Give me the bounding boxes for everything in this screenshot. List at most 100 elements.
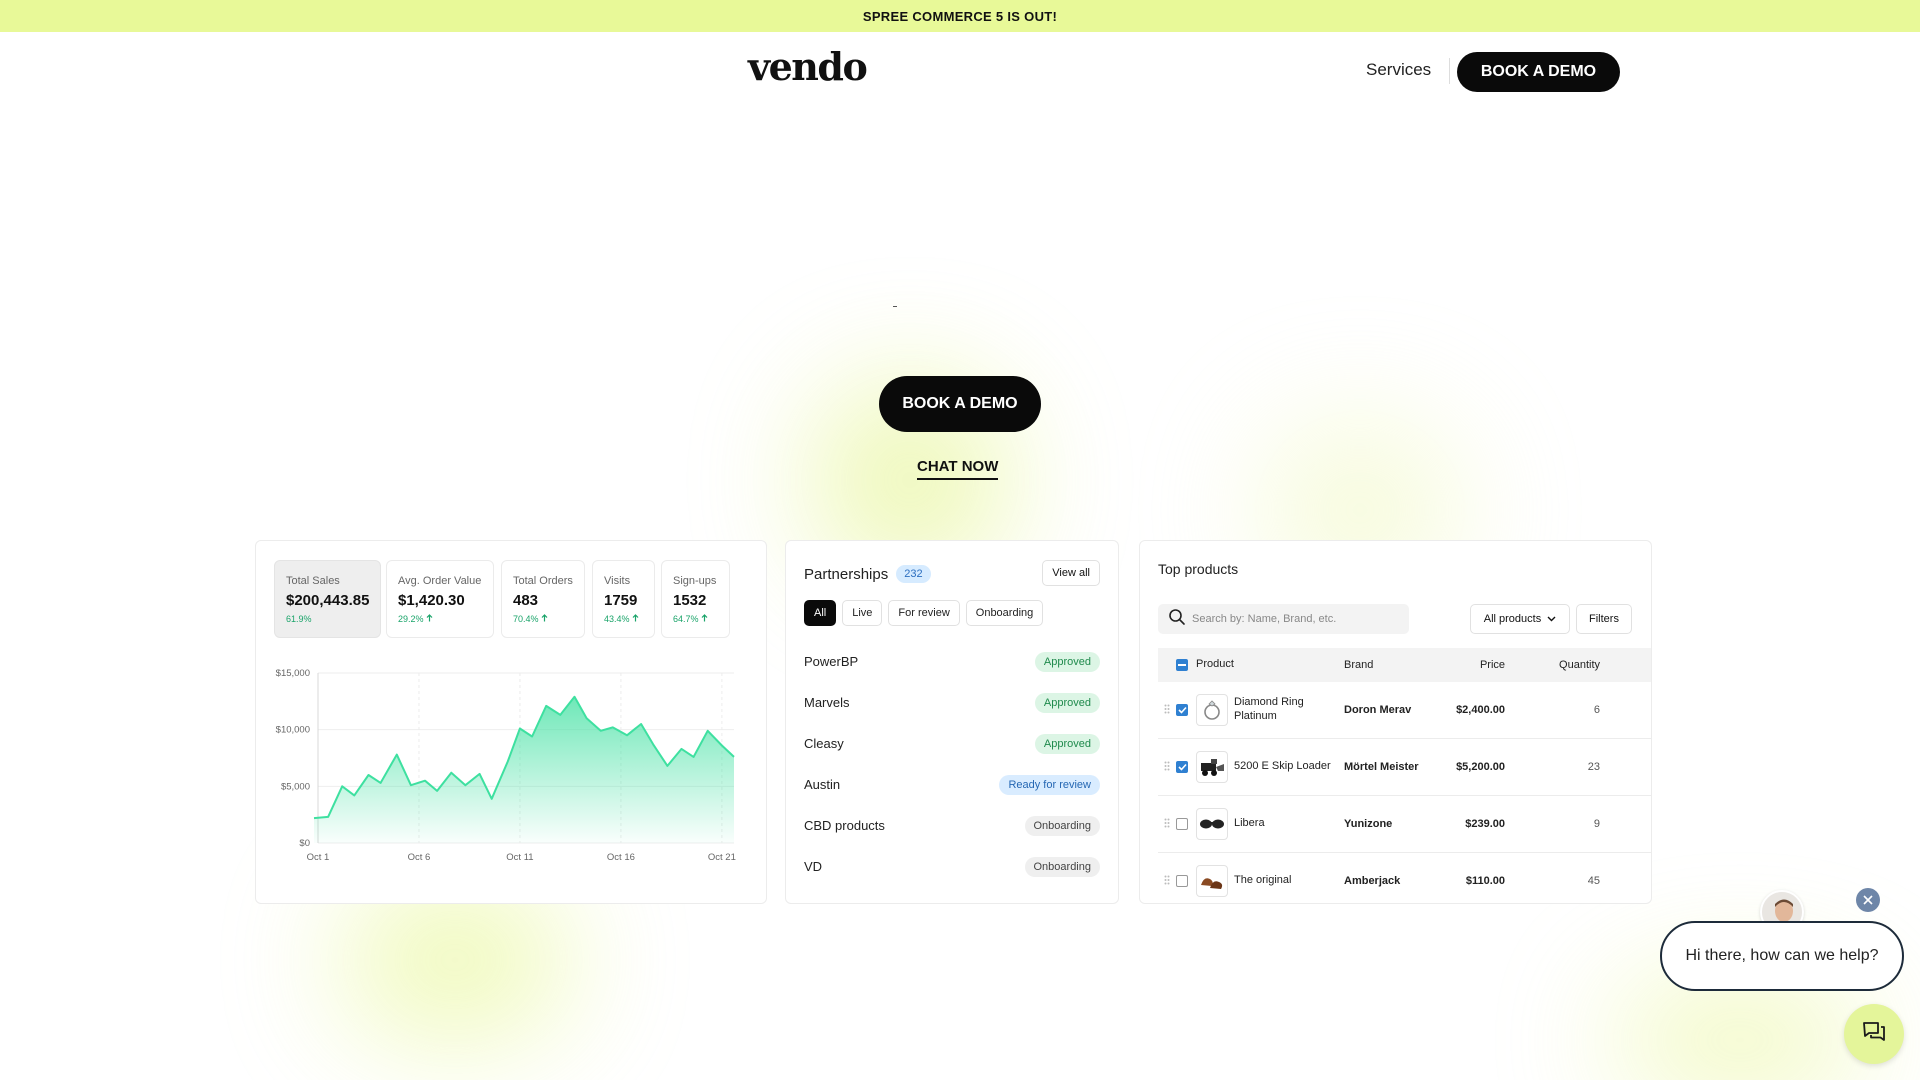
partnerships-list: PowerBP Approved Marvels Approved Cleasy Appr… bbox=[804, 641, 1100, 887]
partnership-row[interactable]: VD Onboarding bbox=[804, 846, 1100, 887]
tab-all[interactable]: All bbox=[804, 600, 837, 626]
metric-delta: 61.9% bbox=[286, 614, 370, 624]
partnerships-card: Partnerships 232 View all All Live For rev… bbox=[785, 540, 1119, 904]
metric-label: Avg. Order Value bbox=[398, 575, 482, 587]
table-row[interactable]: Libera Yunizone $239.00 9 bbox=[1158, 796, 1651, 853]
product-price: $5,200.00 bbox=[1456, 761, 1505, 773]
metric-value: 483 bbox=[513, 592, 539, 609]
drag-handle-icon[interactable] bbox=[1158, 818, 1176, 831]
table-row[interactable]: The original Amberjack $110.00 45 bbox=[1158, 853, 1651, 903]
y-tick-label: $5,000 bbox=[281, 781, 310, 792]
hero-book-demo-button[interactable]: BOOK A DEMO bbox=[879, 376, 1041, 432]
partnership-row[interactable]: Marvels Approved bbox=[804, 682, 1100, 723]
sales-stats-card: Total Sales $200,443.85 61.9% Avg. Order Va… bbox=[255, 540, 767, 904]
product-search-input[interactable] bbox=[1192, 613, 1392, 625]
x-tick-label: Oct 11 bbox=[506, 852, 533, 863]
status-badge: Ready for review bbox=[999, 774, 1100, 795]
all-products-dropdown[interactable]: All products bbox=[1470, 604, 1570, 634]
product-price: $239.00 bbox=[1465, 818, 1505, 830]
status-badge: Approved bbox=[1034, 692, 1100, 713]
announcement-link[interactable]: SPREE COMMERCE 5 IS OUT! bbox=[863, 9, 1057, 24]
partnership-name: Marvels bbox=[804, 695, 850, 710]
drag-handle-icon[interactable] bbox=[1158, 875, 1176, 888]
partnership-row[interactable]: CBD products Onboarding bbox=[804, 805, 1100, 846]
metric-card[interactable]: Sign-ups 1532 64.7% bbox=[661, 560, 730, 638]
metric-delta-value: 29.2% bbox=[398, 614, 424, 624]
y-tick-label: $15,000 bbox=[276, 668, 310, 679]
nav-services-link[interactable]: Services bbox=[1366, 60, 1431, 80]
product-search bbox=[1158, 604, 1409, 634]
partnership-name: VD bbox=[804, 859, 823, 874]
metric-card[interactable]: Avg. Order Value $1,420.30 29.2% bbox=[386, 560, 494, 638]
table-row[interactable]: Diamond Ring Platinum Doron Merav $2,400.0… bbox=[1158, 682, 1651, 739]
metric-card[interactable]: Total Sales $200,443.85 61.9% bbox=[274, 560, 381, 638]
products-table-header: Product Brand Price Quantity bbox=[1158, 648, 1651, 682]
partnership-row[interactable]: PowerBP Approved bbox=[804, 641, 1100, 682]
metric-delta-value: 61.9% bbox=[286, 614, 312, 624]
top-products-card: Top products All products Filters Produc… bbox=[1139, 540, 1652, 904]
x-tick-label: Oct 6 bbox=[408, 852, 431, 863]
chat-close-button[interactable] bbox=[1856, 888, 1880, 912]
metric-value: $1,420.30 bbox=[398, 592, 465, 609]
chat-now-link[interactable]: CHAT NOW bbox=[917, 458, 999, 480]
arrow-up-icon bbox=[539, 614, 549, 624]
y-tick-label: $10,000 bbox=[276, 725, 310, 736]
status-badge: Onboarding bbox=[1024, 815, 1100, 836]
status-badge: Onboarding bbox=[1024, 856, 1100, 877]
table-row[interactable]: 5200 E Skip Loader Mörtel Meister $5,200.0… bbox=[1158, 739, 1651, 796]
partnership-name: PowerBP bbox=[804, 654, 859, 669]
tab-onboarding[interactable]: Onboarding bbox=[965, 600, 1044, 626]
partnerships-tabs: All Live For review Onboarding bbox=[804, 600, 1044, 626]
top-products-title: Top products bbox=[1158, 561, 1239, 577]
metric-delta-value: 64.7% bbox=[673, 614, 699, 624]
product-price: $110.00 bbox=[1465, 875, 1505, 887]
partnership-row[interactable]: Austin Ready for review bbox=[804, 764, 1100, 805]
products-table-body: Diamond Ring Platinum Doron Merav $2,400.0… bbox=[1158, 682, 1651, 903]
drag-handle-icon[interactable] bbox=[1158, 704, 1176, 717]
all-products-label: All products bbox=[1483, 613, 1542, 625]
x-tick-label: Oct 21 bbox=[708, 852, 736, 863]
nav-book-demo-button[interactable]: BOOK A DEMO bbox=[1457, 52, 1620, 92]
partnership-row[interactable]: Cleasy Approved bbox=[804, 723, 1100, 764]
filters-button[interactable]: Filters bbox=[1576, 604, 1632, 634]
metric-value: 1532 bbox=[673, 592, 707, 609]
row-checkbox[interactable] bbox=[1176, 818, 1188, 830]
col-quantity[interactable]: Quantity bbox=[1505, 659, 1600, 671]
metric-value: 1759 bbox=[604, 592, 638, 609]
col-product[interactable]: Product bbox=[1196, 658, 1344, 672]
metric-delta: 64.7% bbox=[673, 614, 719, 624]
col-price[interactable]: Price bbox=[1440, 659, 1505, 671]
metric-delta: 43.4% bbox=[604, 614, 644, 624]
row-checkbox[interactable] bbox=[1176, 704, 1188, 716]
shoes-icon bbox=[1196, 865, 1228, 897]
vendo-logo[interactable]: vendo bbox=[748, 44, 868, 89]
product-name: Diamond Ring Platinum bbox=[1234, 696, 1304, 722]
row-checkbox[interactable] bbox=[1176, 875, 1188, 887]
announcement-bar: SPREE COMMERCE 5 IS OUT! bbox=[0, 0, 1920, 32]
arrow-up-icon bbox=[424, 614, 434, 624]
col-brand[interactable]: Brand bbox=[1344, 659, 1440, 671]
row-checkbox[interactable] bbox=[1176, 761, 1188, 773]
product-quantity: 9 bbox=[1593, 818, 1600, 830]
chat-launcher-button[interactable] bbox=[1844, 1004, 1904, 1064]
partnership-name: CBD products bbox=[804, 818, 885, 833]
select-all-checkbox[interactable] bbox=[1176, 659, 1188, 671]
tab-live[interactable]: Live bbox=[842, 600, 883, 626]
view-all-button[interactable]: View all bbox=[1042, 560, 1100, 586]
product-brand: Doron Merav bbox=[1344, 704, 1412, 716]
nav-divider bbox=[1449, 58, 1450, 84]
tab-for-review[interactable]: For review bbox=[888, 600, 960, 626]
search-icon bbox=[1168, 608, 1186, 631]
chat-greeting-bubble[interactable]: Hi there, how can we help? bbox=[1660, 921, 1904, 991]
chat-icon bbox=[1860, 1018, 1888, 1051]
arrow-up-icon bbox=[630, 614, 640, 624]
y-tick-label: $0 bbox=[299, 838, 310, 849]
metric-card[interactable]: Visits 1759 43.4% bbox=[592, 560, 655, 638]
product-name: Libera bbox=[1234, 817, 1265, 830]
drag-handle-icon[interactable] bbox=[1158, 761, 1176, 774]
metric-label: Total Sales bbox=[286, 575, 340, 587]
metric-card[interactable]: Total Orders 483 70.4% bbox=[501, 560, 585, 638]
sales-area-fill bbox=[314, 696, 734, 843]
product-quantity: 45 bbox=[1587, 875, 1600, 887]
ring-icon bbox=[1196, 694, 1228, 726]
